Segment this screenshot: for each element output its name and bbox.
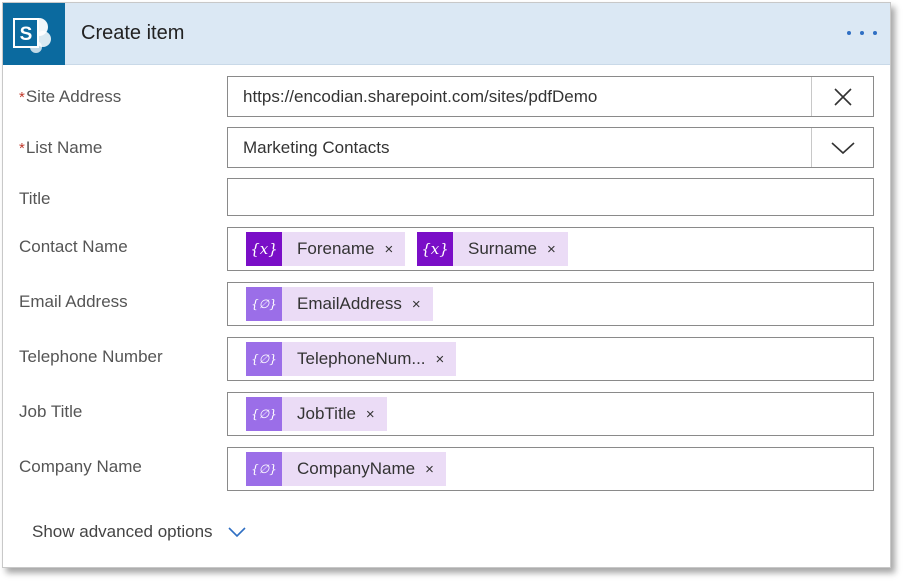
token-surname[interactable]: {x} Surname × [417, 232, 568, 266]
remove-token-icon[interactable]: × [426, 351, 457, 368]
close-icon[interactable] [811, 77, 873, 116]
remove-token-icon[interactable]: × [402, 296, 433, 313]
email-address-field[interactable]: {∅} EmailAddress × [227, 282, 874, 326]
list-name-label: *List Name [19, 138, 103, 157]
job-title-label: Job Title [19, 402, 83, 421]
token-forename[interactable]: {x} Forename × [246, 232, 406, 266]
title-input[interactable] [227, 178, 874, 216]
dynamic-content-icon: {∅} [246, 342, 282, 376]
email-address-label: Email Address [19, 292, 128, 311]
token-telephone-number[interactable]: {∅} TelephoneNum... × [246, 342, 457, 376]
telephone-number-field[interactable]: {∅} TelephoneNum... × [227, 337, 874, 381]
token-label: CompanyName [297, 459, 416, 478]
show-advanced-options-button[interactable]: Show advanced options [32, 522, 247, 542]
chevron-down-icon[interactable] [811, 128, 873, 167]
contact-name-label: Contact Name [19, 237, 128, 256]
dynamic-content-icon: {∅} [246, 397, 282, 431]
token-email-address[interactable]: {∅} EmailAddress × [246, 287, 433, 321]
token-label: Surname [468, 239, 537, 258]
contact-name-field[interactable]: {x} Forename × {x} Surname × [227, 227, 874, 271]
chevron-down-icon [227, 527, 246, 538]
card-title: Create item [81, 22, 185, 44]
more-options-icon[interactable] [844, 21, 880, 45]
token-label: EmailAddress [297, 294, 402, 313]
variable-icon: {x} [246, 232, 282, 266]
card-header[interactable]: S Create item [3, 3, 890, 65]
list-name-value: Marketing Contacts [243, 138, 390, 157]
site-address-field[interactable]: https://encodian.sharepoint.com/sites/pd… [227, 76, 874, 117]
remove-token-icon[interactable]: × [537, 241, 568, 258]
site-address-label: *Site Address [19, 87, 122, 106]
telephone-number-label: Telephone Number [19, 347, 163, 366]
token-label: TelephoneNum... [297, 349, 426, 368]
token-job-title[interactable]: {∅} JobTitle × [246, 397, 387, 431]
required-mark: * [19, 140, 25, 157]
dynamic-content-icon: {∅} [246, 287, 282, 321]
company-name-field[interactable]: {∅} CompanyName × [227, 447, 874, 491]
title-label: Title [19, 189, 51, 208]
job-title-field[interactable]: {∅} JobTitle × [227, 392, 874, 436]
token-label: JobTitle [297, 404, 356, 423]
sharepoint-icon: S [3, 3, 65, 65]
list-name-dropdown[interactable]: Marketing Contacts [227, 127, 874, 168]
token-label: Forename [297, 239, 375, 258]
logo-letter: S [20, 24, 33, 45]
required-mark: * [19, 89, 25, 106]
remove-token-icon[interactable]: × [356, 406, 387, 423]
dynamic-content-icon: {∅} [246, 452, 282, 486]
remove-token-icon[interactable]: × [415, 461, 446, 478]
advanced-options-label: Show advanced options [32, 522, 213, 541]
remove-token-icon[interactable]: × [374, 241, 405, 258]
site-address-value: https://encodian.sharepoint.com/sites/pd… [243, 87, 598, 106]
variable-icon: {x} [417, 232, 453, 266]
token-company-name[interactable]: {∅} CompanyName × [246, 452, 446, 486]
create-item-card: S Create item *Site Address https://enco… [2, 2, 891, 568]
company-name-label: Company Name [19, 457, 142, 476]
